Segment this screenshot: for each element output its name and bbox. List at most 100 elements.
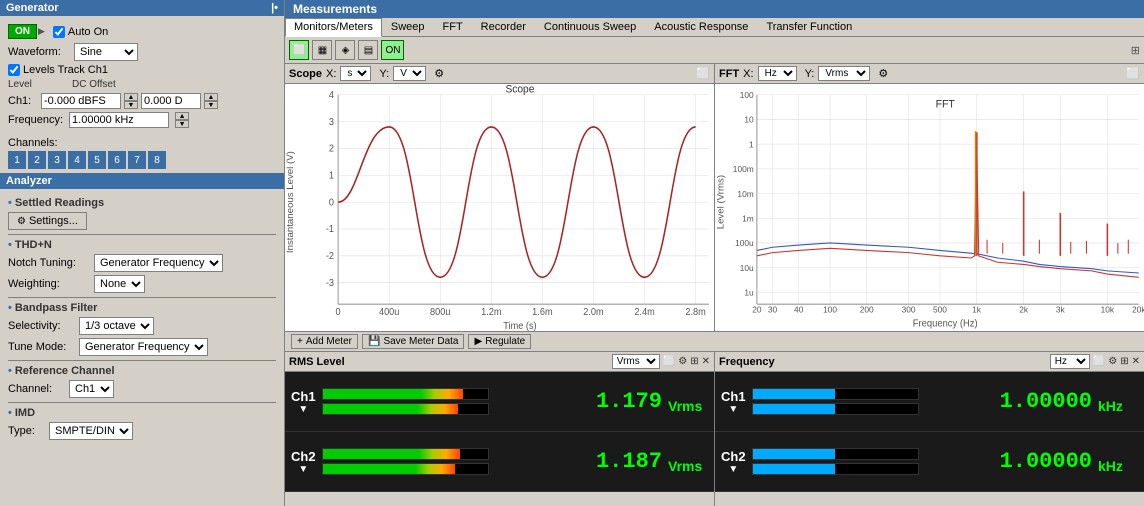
toolbar-btn-1[interactable]: ⬜ bbox=[289, 40, 309, 60]
fft-y-select[interactable]: VrmsdBFS bbox=[818, 66, 870, 81]
toolbar-btn-3[interactable]: ◈ bbox=[335, 40, 355, 60]
tune-mode-select[interactable]: Generator Frequency bbox=[79, 338, 208, 356]
scope-expand-icon[interactable]: ⬜ bbox=[696, 67, 710, 80]
freq-meter-gear-icon[interactable]: ⚙ bbox=[1108, 356, 1117, 367]
on-off-toggle[interactable]: ON ▶ bbox=[8, 24, 45, 39]
freq-expand-icon[interactable]: ⊞ bbox=[1120, 356, 1128, 367]
add-meter-button[interactable]: + Add Meter bbox=[291, 334, 358, 349]
settings-button[interactable]: ⚙ Settings... bbox=[8, 212, 87, 230]
freq-close-icon[interactable]: ✕ bbox=[1132, 356, 1140, 367]
tab-fft[interactable]: FFT bbox=[434, 18, 472, 36]
svg-text:Time (s): Time (s) bbox=[503, 320, 536, 331]
waveform-select[interactable]: Sine Square Triangle bbox=[74, 43, 138, 61]
channel-2-btn[interactable]: 2 bbox=[28, 151, 46, 169]
frequency-input[interactable] bbox=[69, 112, 169, 128]
channel-3-btn[interactable]: 3 bbox=[48, 151, 66, 169]
levels-track-checkbox[interactable] bbox=[8, 64, 20, 76]
freq-ch1-bar-fill bbox=[753, 389, 836, 399]
channel-8-btn[interactable]: 8 bbox=[148, 151, 166, 169]
rms-ch1-selector[interactable]: Ch1 ▼ bbox=[291, 389, 316, 415]
rms-ch2-bar-fill-2 bbox=[323, 464, 455, 474]
svg-text:2.8m: 2.8m bbox=[685, 306, 706, 317]
fft-x-label: X: bbox=[743, 68, 753, 80]
freq-ch1-selector[interactable]: Ch1 ▼ bbox=[721, 389, 746, 415]
freq-ch2-bar-fill-2 bbox=[753, 464, 836, 474]
channel-4-btn[interactable]: 4 bbox=[68, 151, 86, 169]
freq-ch2-bar-bg bbox=[752, 448, 919, 460]
tab-sweep[interactable]: Sweep bbox=[382, 18, 434, 36]
tab-monitors-meters[interactable]: Monitors/Meters bbox=[285, 18, 382, 37]
freq-unit-select[interactable]: Hz kHz bbox=[1050, 354, 1090, 369]
freq-down[interactable]: ▼ bbox=[175, 120, 189, 128]
scope-settings-icon[interactable]: ⚙ bbox=[434, 67, 444, 80]
fft-canvas: 100 10 1 100m 10m 1m 100u 10u 1u 20 30 4… bbox=[715, 84, 1144, 331]
freq-meter-panel: Frequency Hz kHz ⬜ ⚙ ⊞ ✕ bbox=[715, 352, 1144, 506]
fft-y-label: Y: bbox=[805, 68, 815, 80]
auto-on-label: Auto On bbox=[68, 26, 108, 38]
tab-recorder[interactable]: Recorder bbox=[472, 18, 535, 36]
tab-transfer-function[interactable]: Transfer Function bbox=[757, 18, 861, 36]
generator-title: Generator bbox=[6, 2, 59, 14]
rms-ch1-arrow[interactable]: ▼ bbox=[298, 404, 308, 415]
rms-ch1-name: Ch1 bbox=[291, 389, 316, 404]
tune-mode-label: Tune Mode: bbox=[8, 341, 73, 353]
channel-7-btn[interactable]: 7 bbox=[128, 151, 146, 169]
rms-expand-icon[interactable]: ⊞ bbox=[690, 356, 698, 367]
ch1-level-input[interactable] bbox=[41, 93, 121, 109]
ch1-level-up[interactable]: ▲ bbox=[124, 93, 138, 101]
rms-ch2-bar-bg bbox=[322, 448, 489, 460]
freq-meter-settings-icon[interactable]: ⬜ bbox=[1093, 356, 1105, 367]
ch1-dc-up[interactable]: ▲ bbox=[204, 93, 218, 101]
scope-y-label: Y: bbox=[379, 68, 389, 80]
rms-close-icon[interactable]: ✕ bbox=[702, 356, 710, 367]
toolbar-btn-5[interactable]: ON bbox=[381, 40, 404, 60]
fft-x-select[interactable]: Hz bbox=[758, 66, 797, 81]
channel-6-btn[interactable]: 6 bbox=[108, 151, 126, 169]
freq-ch2-selector[interactable]: Ch2 ▼ bbox=[721, 449, 746, 475]
channel-5-btn[interactable]: 5 bbox=[88, 151, 106, 169]
ch1-dc-spinner[interactable]: ▲ ▼ bbox=[204, 93, 218, 109]
save-meter-data-button[interactable]: 💾 Save Meter Data bbox=[362, 334, 465, 349]
selectivity-select[interactable]: 1/3 octave 1 octave bbox=[79, 317, 154, 335]
tab-acoustic-response[interactable]: Acoustic Response bbox=[645, 18, 757, 36]
settled-readings-label: Settled Readings bbox=[15, 197, 104, 209]
weighting-select[interactable]: None A bbox=[94, 275, 145, 293]
toolbar-btn-2[interactable]: ▦ bbox=[312, 40, 332, 60]
svg-text:100u: 100u bbox=[735, 238, 754, 248]
tab-continuous-sweep[interactable]: Continuous Sweep bbox=[535, 18, 645, 36]
rms-ch2-selector[interactable]: Ch2 ▼ bbox=[291, 449, 316, 475]
frequency-spinner[interactable]: ▲ ▼ bbox=[175, 112, 189, 128]
ch1-dc-input[interactable] bbox=[141, 93, 201, 109]
rms-unit-select[interactable]: Vrms dBFS bbox=[612, 354, 660, 369]
rms-meter-gear-icon[interactable]: ⚙ bbox=[678, 356, 687, 367]
ch1-dc-down[interactable]: ▼ bbox=[204, 101, 218, 109]
ch1-level-spinner[interactable]: ▲ ▼ bbox=[124, 93, 138, 109]
freq-ch1-arrow[interactable]: ▼ bbox=[728, 404, 738, 415]
rms-ch2-arrow[interactable]: ▼ bbox=[298, 464, 308, 475]
regulate-label: Regulate bbox=[485, 336, 525, 347]
ch1-level-down[interactable]: ▼ bbox=[124, 101, 138, 109]
notch-tuning-select[interactable]: Generator Frequency bbox=[94, 254, 223, 272]
freq-ch2-arrow[interactable]: ▼ bbox=[728, 464, 738, 475]
ref-channel-select[interactable]: Ch1 Ch2 bbox=[69, 380, 114, 398]
svg-text:1.6m: 1.6m bbox=[532, 306, 553, 317]
fft-settings-icon[interactable]: ⚙ bbox=[878, 67, 888, 80]
fft-expand-icon[interactable]: ⬜ bbox=[1126, 67, 1140, 80]
toolbar-expand[interactable]: ⊞ bbox=[1131, 44, 1140, 57]
imd-type-select[interactable]: SMPTE/DIN CCIF bbox=[49, 422, 133, 440]
svg-text:1u: 1u bbox=[744, 287, 754, 297]
svg-text:3k: 3k bbox=[1056, 305, 1066, 315]
meters-toolbar: + Add Meter 💾 Save Meter Data ▶ Regulate bbox=[285, 332, 1144, 352]
toolbar-btn-4[interactable]: ▤ bbox=[358, 40, 378, 60]
rms-ch1-bar-fill bbox=[323, 389, 463, 399]
scope-y-select[interactable]: V bbox=[393, 66, 426, 81]
scope-x-select[interactable]: s bbox=[340, 66, 371, 81]
freq-up[interactable]: ▲ bbox=[175, 112, 189, 120]
on-button[interactable]: ON bbox=[8, 24, 37, 39]
auto-on-checkbox[interactable] bbox=[53, 26, 65, 38]
channel-1-btn[interactable]: 1 bbox=[8, 151, 26, 169]
auto-on-checkbox-label[interactable]: Auto On bbox=[53, 26, 108, 38]
regulate-button[interactable]: ▶ Regulate bbox=[468, 334, 531, 349]
ref-ch-bullet: • bbox=[8, 365, 12, 377]
rms-meter-settings-icon[interactable]: ⬜ bbox=[663, 356, 675, 367]
